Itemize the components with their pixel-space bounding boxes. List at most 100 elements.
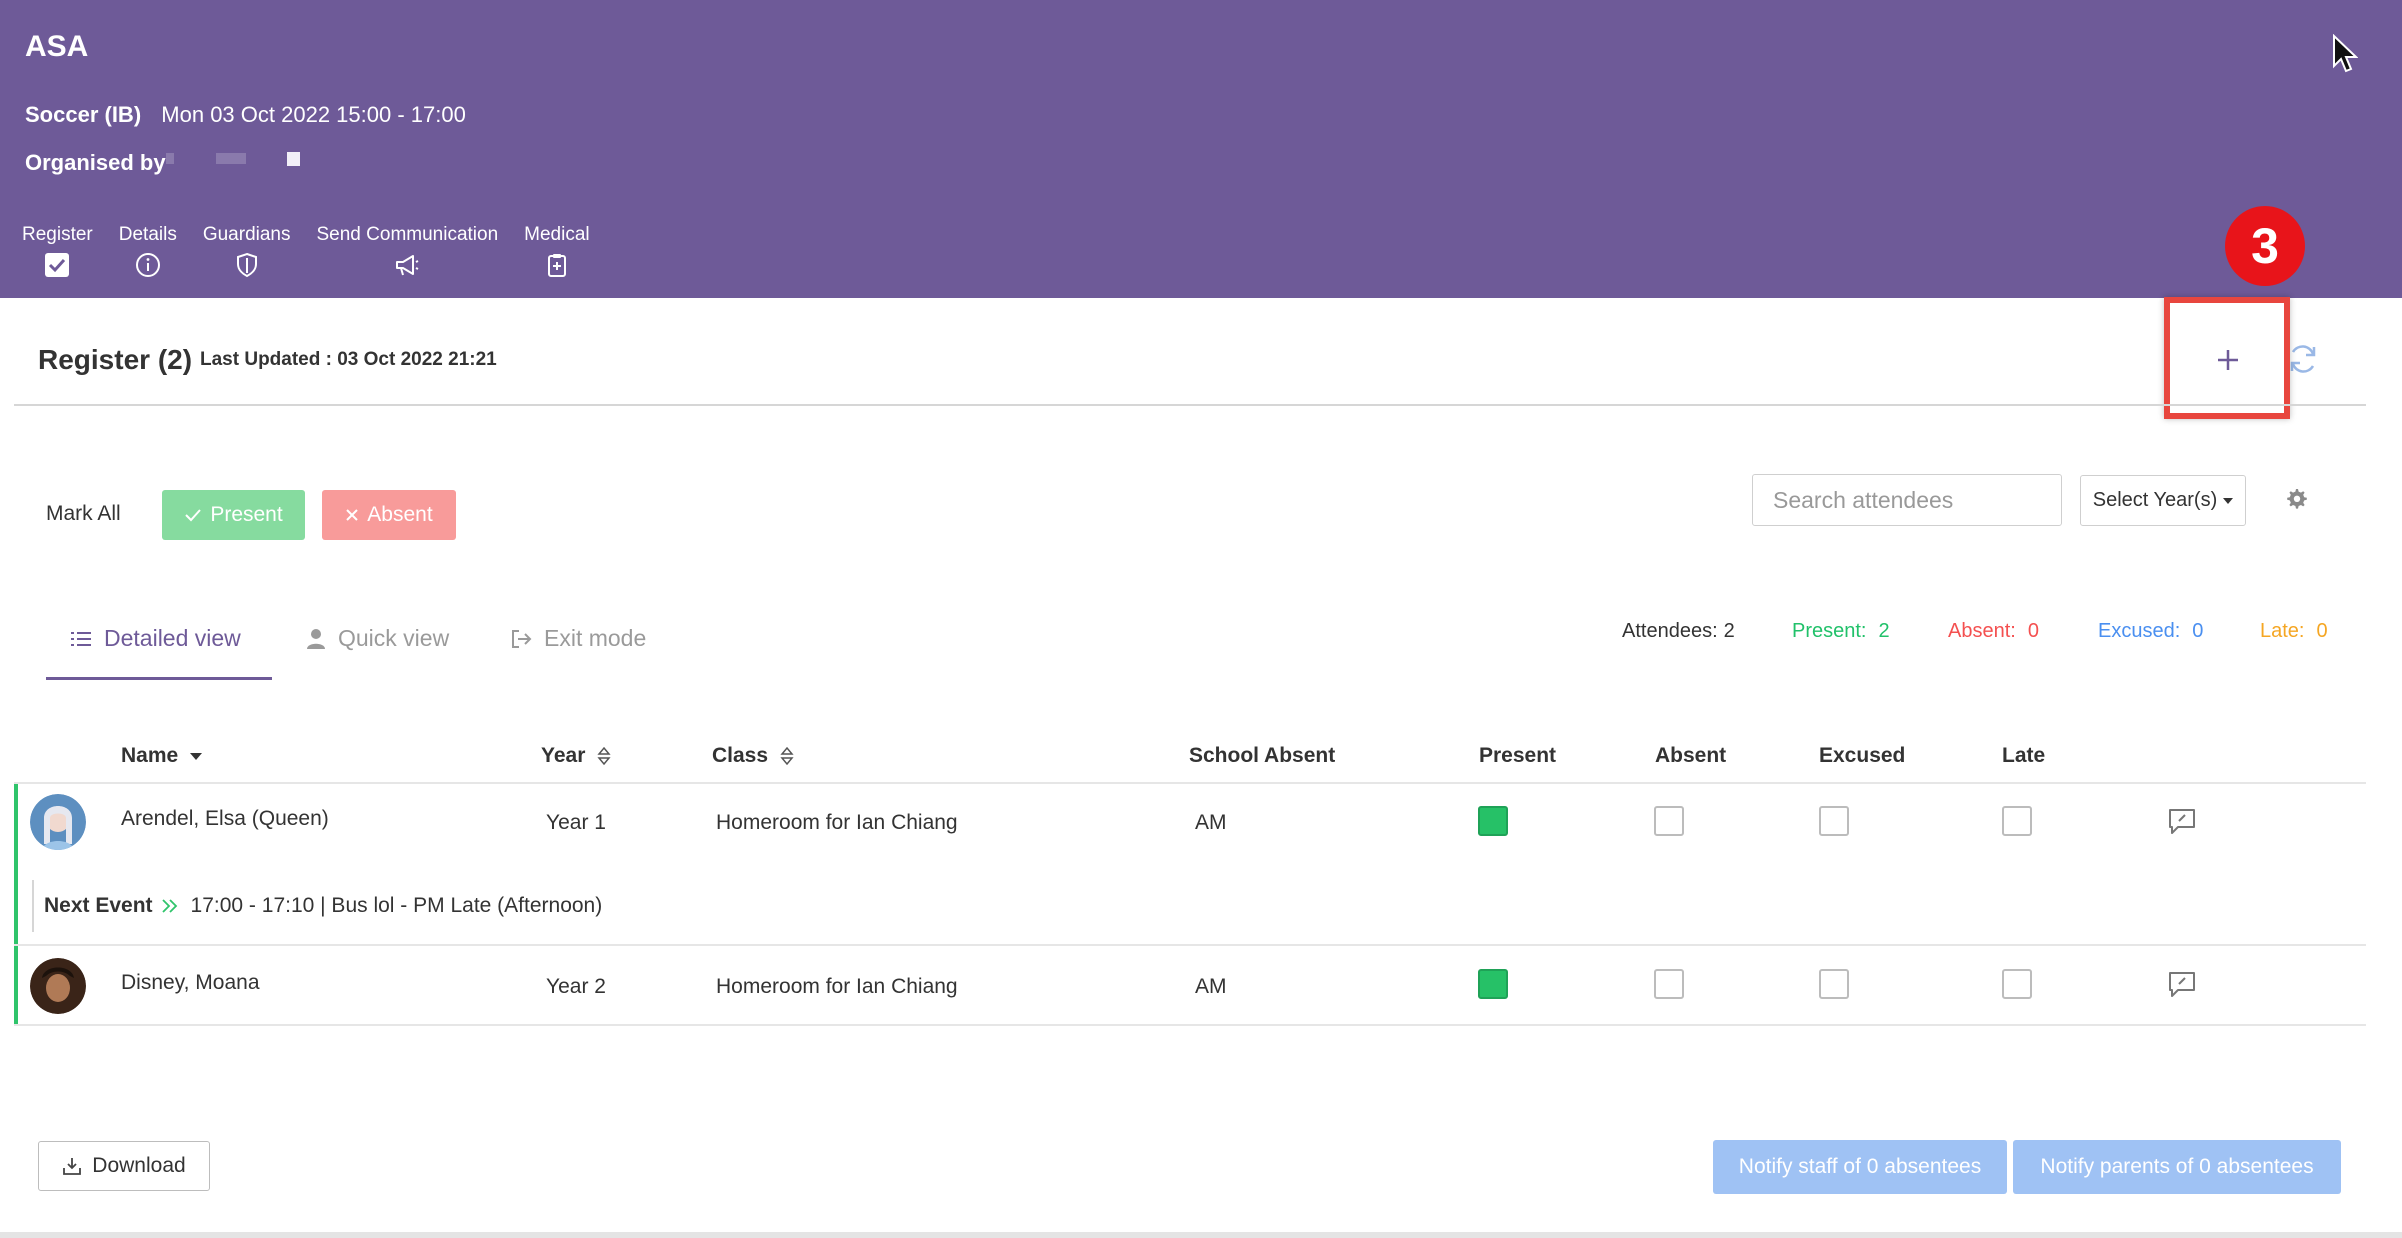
app-title: ASA <box>25 30 89 63</box>
checkbox-icon <box>45 253 70 277</box>
caret-down-icon <box>2223 497 2234 504</box>
table-row-divider <box>14 1024 2366 1026</box>
excused-count-label: Excused: <box>2098 620 2181 642</box>
sort-desc-icon <box>190 752 203 760</box>
header-divider <box>14 404 2366 406</box>
year-select-dropdown[interactable]: Select Year(s) <box>2080 475 2246 526</box>
mark-all-absent-button[interactable]: Absent <box>322 490 456 540</box>
absent-checkbox[interactable] <box>1654 806 1684 836</box>
exit-mode-tab[interactable]: Exit mode <box>510 625 646 652</box>
excused-checkbox[interactable] <box>1819 806 1849 836</box>
quick-view-label: Quick view <box>338 625 450 651</box>
tab-send-communication-label: Send Communication <box>316 224 499 245</box>
active-view-underline <box>46 677 272 680</box>
list-icon <box>71 631 91 646</box>
activity-name: Soccer (IB) <box>25 102 142 127</box>
window-bottom-edge <box>0 1232 2402 1238</box>
megaphone-icon <box>396 255 419 276</box>
avatar <box>30 794 86 850</box>
column-header-year-label: Year <box>541 744 586 767</box>
column-header-school-absent: School Absent <box>1189 744 1336 767</box>
download-button[interactable]: Download <box>38 1141 210 1191</box>
absent-count: Absent: 0 <box>1948 620 2039 643</box>
attendees-count: Attendees: 2 <box>1622 620 1735 643</box>
present-checkbox[interactable] <box>1478 969 1508 999</box>
excused-count-value: 0 <box>2192 620 2204 642</box>
absent-count-label: Absent: <box>1948 620 2016 642</box>
close-icon <box>346 509 359 521</box>
detailed-view-label: Detailed view <box>104 625 241 651</box>
attendee-school-absent: AM <box>1195 975 1227 998</box>
tab-guardians-label: Guardians <box>202 224 291 245</box>
tab-details[interactable]: Details <box>117 224 179 298</box>
attendee-class: Homeroom for Ian Chiang <box>716 975 958 998</box>
last-updated-text: Last Updated : 03 Oct 2022 21:21 <box>200 349 497 370</box>
mark-all-present-label: Present <box>210 503 283 526</box>
column-header-class[interactable]: Class <box>712 744 794 768</box>
mark-all-absent-label: Absent <box>367 503 433 526</box>
register-title: Register (2) <box>38 344 193 375</box>
late-checkbox[interactable] <box>2002 969 2032 999</box>
present-count-label: Present: <box>1792 620 1867 642</box>
absent-checkbox[interactable] <box>1654 969 1684 999</box>
present-count-value: 2 <box>1878 620 1890 642</box>
excused-checkbox[interactable] <box>1819 969 1849 999</box>
attendee-year: Year 2 <box>546 975 606 998</box>
info-icon <box>135 253 160 277</box>
late-checkbox[interactable] <box>2002 806 2032 836</box>
quick-view-tab[interactable]: Quick view <box>306 625 449 652</box>
mark-all-label: Mark All <box>46 502 121 525</box>
column-header-late: Late <box>2002 744 2046 767</box>
organised-by-label: Organised by <box>25 150 166 175</box>
column-header-year[interactable]: Year <box>541 744 611 768</box>
event-tabs: Register Details Guardians Send Communic… <box>20 224 614 312</box>
next-event-row: Next Event 17:00 - 17:10 | Bus lol - PM … <box>32 880 2366 932</box>
late-count-value: 0 <box>2316 620 2328 642</box>
tab-register[interactable]: Register <box>20 224 95 312</box>
redacted-organiser-name <box>166 153 174 164</box>
column-header-absent: Absent <box>1655 744 1727 767</box>
next-event-text: 17:00 - 17:10 | Bus lol - PM Late (After… <box>190 894 603 917</box>
shield-icon <box>236 252 257 278</box>
redacted-organiser-name <box>287 152 300 166</box>
row-status-indicator <box>14 784 18 1024</box>
event-info: Soccer (IB) Mon 03 Oct 2022 15:00 - 17:0… <box>25 102 466 128</box>
attendee-name[interactable]: Disney, Moana <box>121 971 260 995</box>
mark-all-present-button[interactable]: Present <box>162 490 305 540</box>
notify-staff-button[interactable]: Notify staff of 0 absentees <box>1713 1140 2007 1194</box>
tab-register-label: Register <box>22 224 93 245</box>
sort-icon <box>780 746 794 766</box>
notify-parents-button[interactable]: Notify parents of 0 absentees <box>2013 1140 2341 1194</box>
present-count: Present: 2 <box>1792 620 1890 643</box>
excused-count: Excused: 0 <box>2098 620 2203 643</box>
detailed-view-tab[interactable]: Detailed view <box>70 625 241 652</box>
tab-details-label: Details <box>118 224 177 245</box>
table-row-divider <box>14 782 2366 784</box>
download-label: Download <box>92 1154 186 1177</box>
attendee-name[interactable]: Arendel, Elsa (Queen) <box>121 807 329 831</box>
comment-icon[interactable] <box>2167 806 2197 836</box>
attendees-count-label: Attendees: <box>1622 620 1718 642</box>
refresh-icon[interactable] <box>2286 341 2320 377</box>
year-select-label: Select Year(s) <box>2092 489 2218 511</box>
tab-send-communication[interactable]: Send Communication <box>315 224 501 298</box>
attendee-school-absent: AM <box>1195 811 1227 834</box>
double-chevron-right-icon <box>161 899 177 913</box>
column-header-excused: Excused <box>1819 744 1906 767</box>
attendees-count-value: 2 <box>1723 620 1735 642</box>
user-icon <box>307 628 325 649</box>
redacted-organiser-name <box>216 153 246 164</box>
tab-guardians[interactable]: Guardians <box>201 224 293 298</box>
column-header-name[interactable]: Name <box>121 744 203 768</box>
event-header: ASA Soccer (IB) Mon 03 Oct 2022 15:00 - … <box>0 0 2402 312</box>
tab-medical-label: Medical <box>524 224 590 245</box>
comment-icon[interactable] <box>2167 969 2197 999</box>
column-header-name-label: Name <box>121 744 179 767</box>
gear-icon[interactable] <box>2284 486 2308 510</box>
present-checkbox[interactable] <box>1478 806 1508 836</box>
column-header-class-label: Class <box>712 744 769 767</box>
attendee-year: Year 1 <box>546 811 606 834</box>
sort-icon <box>597 746 611 766</box>
search-attendees-input[interactable] <box>1752 474 2062 526</box>
tab-medical[interactable]: Medical <box>522 224 591 298</box>
